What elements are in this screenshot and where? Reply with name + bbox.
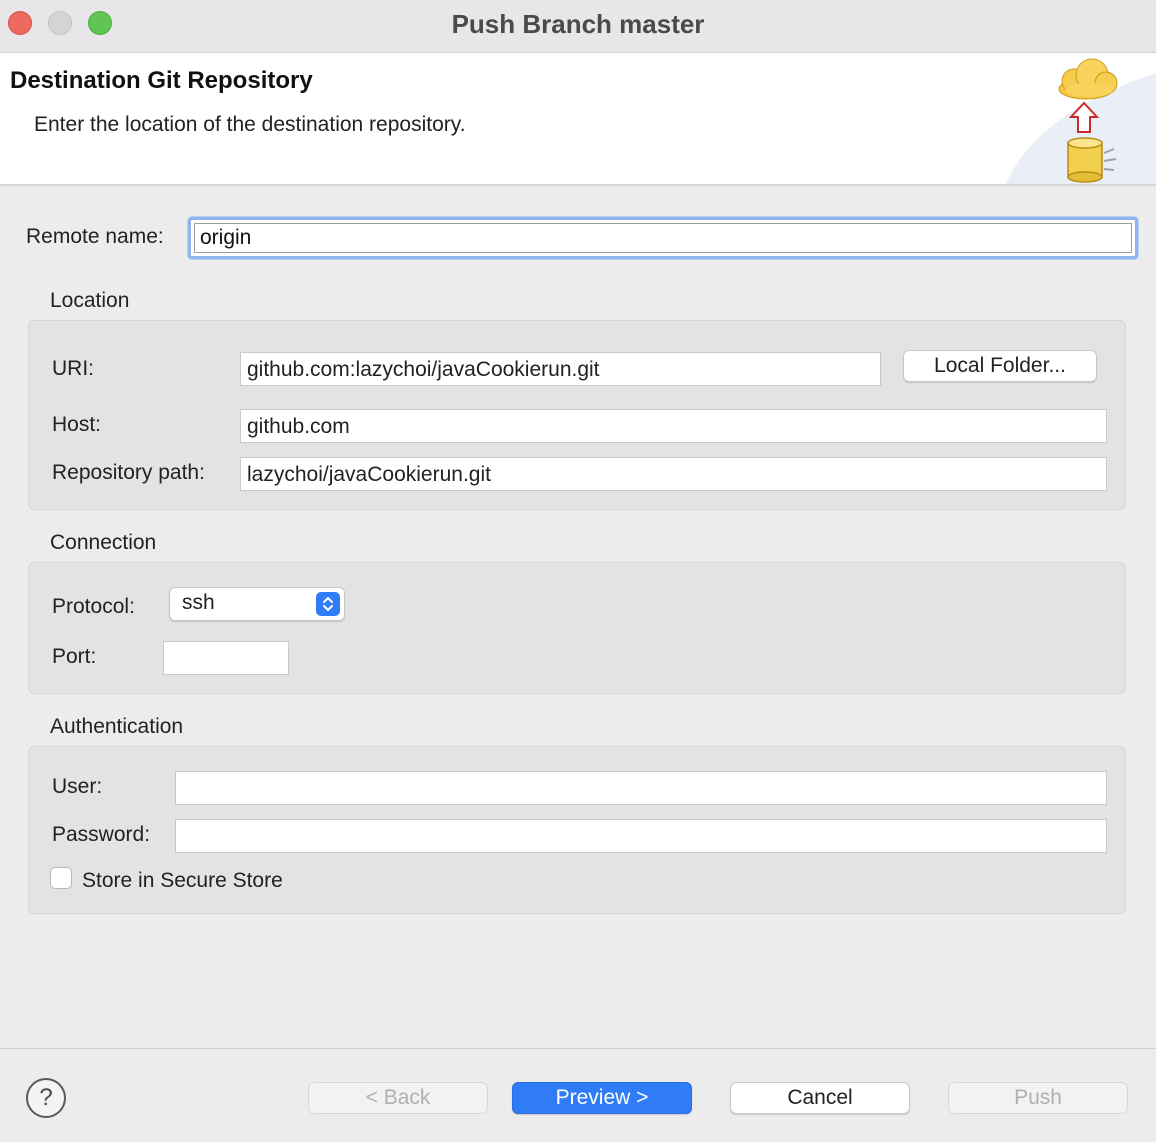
help-icon[interactable]: ? [26,1078,66,1118]
repository-path-input[interactable]: lazychoi/javaCookierun.git [240,457,1107,491]
wizard-banner: Destination Git Repository Enter the loc… [0,53,1156,186]
location-group-title: Location [50,289,130,312]
push-button[interactable]: Push [948,1082,1128,1114]
password-input[interactable] [175,819,1107,853]
uri-input[interactable]: github.com:lazychoi/javaCookierun.git [240,352,881,386]
title-bar: Push Branch master [0,0,1156,53]
remote-name-value[interactable]: origin [194,223,1132,253]
page-title: Destination Git Repository [10,67,313,94]
local-folder-button[interactable]: Local Folder... [903,350,1097,382]
password-label: Password: [52,823,151,846]
connection-group-title: Connection [50,531,157,554]
back-button[interactable]: < Back [308,1082,488,1114]
protocol-value: ssh [182,591,215,614]
protocol-label: Protocol: [52,595,135,618]
host-label: Host: [52,413,102,436]
stepper-arrows-icon [316,592,340,616]
uri-label: URI: [52,357,94,380]
cancel-button[interactable]: Cancel [730,1082,910,1114]
page-description: Enter the location of the destination re… [34,113,466,136]
authentication-group-title: Authentication [50,715,184,738]
window-title: Push Branch master [451,9,705,39]
remote-name-input[interactable]: origin [188,217,1138,259]
store-secure-label[interactable]: Store in Secure Store [82,869,283,893]
preview-button[interactable]: Preview > [512,1082,692,1114]
user-input[interactable] [175,771,1107,805]
footer-separator [0,1048,1156,1049]
host-input[interactable]: github.com [240,409,1107,443]
protocol-select[interactable]: ssh [169,587,345,621]
cloud-icon [1058,58,1118,100]
remote-name-label: Remote name: [26,225,164,248]
repository-path-label: Repository path: [52,461,205,484]
port-label: Port: [52,645,97,668]
user-label: User: [52,775,103,798]
wizard-graphic [1006,58,1156,184]
store-secure-checkbox[interactable] [50,867,72,889]
port-input[interactable] [163,641,289,675]
